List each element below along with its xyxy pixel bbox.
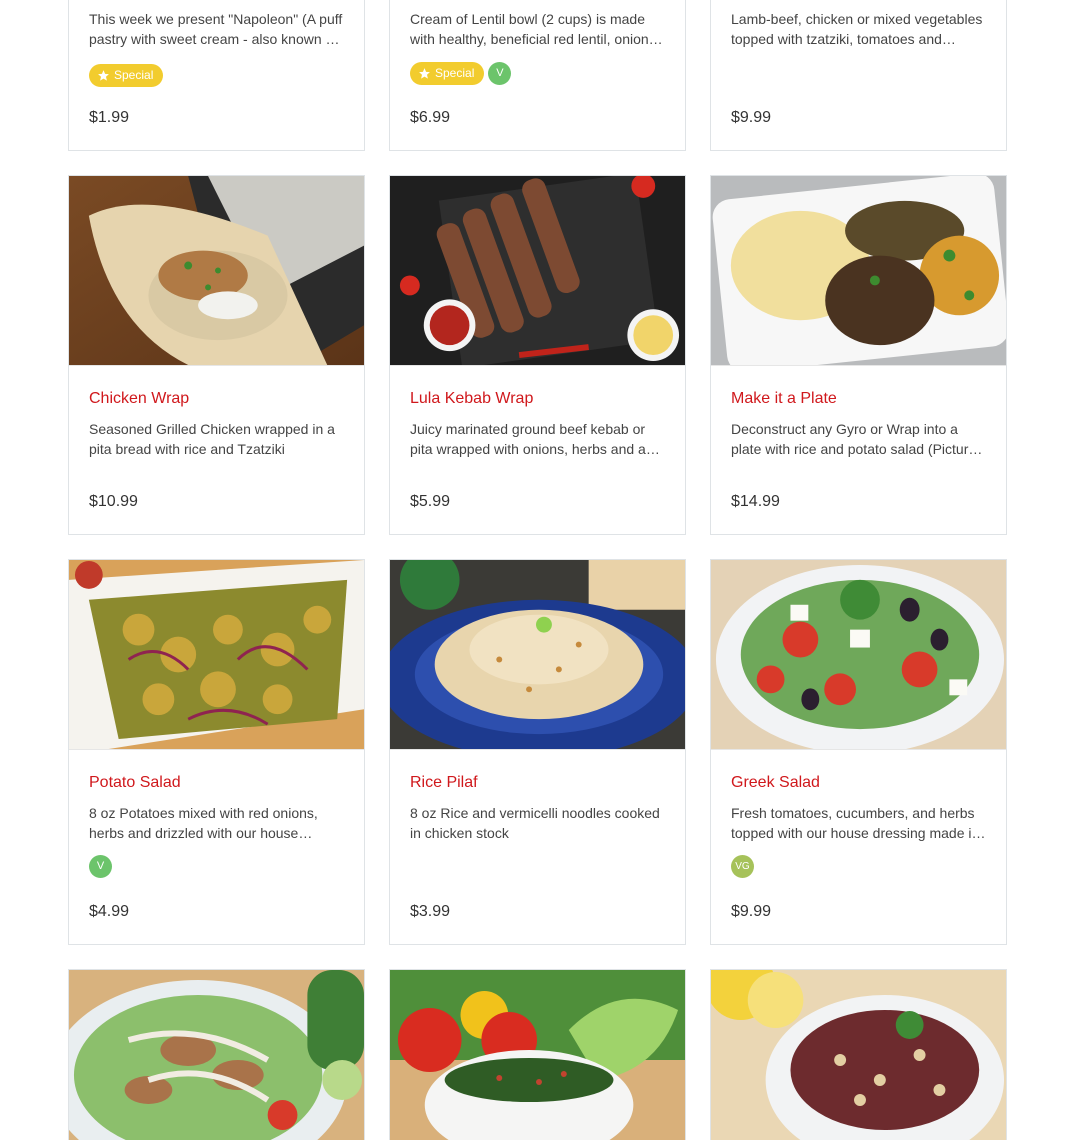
chicken-salad-photo — [69, 970, 364, 1140]
chicken-wrap-photo — [69, 176, 364, 365]
item-image[interactable] — [390, 176, 685, 366]
item-price: $1.99 — [89, 109, 130, 126]
menu-item-card[interactable]: Cream of Lentil bowl (2 cups) is made wi… — [389, 0, 686, 151]
item-image[interactable] — [711, 176, 1006, 366]
item-price: $9.99 — [731, 109, 772, 126]
menu-item-card[interactable]: Chicken Wrap Seasoned Grilled Chicken wr… — [68, 175, 365, 535]
item-title[interactable]: Lula Kebab Wrap — [410, 389, 665, 409]
item-description: Fresh tomatoes, cucumbers, and herbs top… — [731, 805, 980, 841]
plate-photo — [711, 176, 1006, 365]
item-price: $5.99 — [410, 493, 451, 510]
item-price: $10.99 — [89, 493, 138, 510]
menu-item-card[interactable]: Greek Salad Fresh tomatoes, cucumbers, a… — [710, 559, 1007, 945]
special-badge-label: Special — [114, 68, 154, 82]
greek-salad-photo — [711, 560, 1006, 749]
special-badge: Special — [89, 63, 164, 87]
rice-pilaf-photo — [390, 560, 685, 749]
item-description: Juicy marinated ground beef kebab or pit… — [410, 421, 646, 457]
item-badges: V — [89, 854, 344, 878]
star-icon — [98, 69, 109, 81]
bean-salad-photo — [711, 970, 1006, 1140]
item-title[interactable]: Chicken Wrap — [89, 389, 344, 409]
item-image[interactable] — [711, 970, 1006, 1140]
item-image[interactable] — [390, 560, 685, 750]
menu-item-card[interactable]: Lamb-beef, chicken or mixed vegetables t… — [710, 0, 1007, 151]
item-image[interactable] — [69, 176, 364, 366]
item-price: $3.99 — [410, 903, 451, 920]
menu-item-card[interactable]: Rice Pilaf 8 oz Rice and vermicelli nood… — [389, 559, 686, 945]
item-image[interactable] — [69, 970, 364, 1140]
menu-item-card[interactable]: This week we present "Napoleon" (A puff … — [68, 0, 365, 151]
item-description: This week we present "Napoleon" (A puff … — [89, 11, 343, 47]
vegetarian-badge: V — [488, 61, 512, 85]
menu-item-card[interactable] — [710, 969, 1007, 1140]
item-image[interactable] — [390, 970, 685, 1140]
item-price: $4.99 — [89, 903, 130, 920]
item-price: $6.99 — [410, 109, 451, 126]
item-title[interactable]: Potato Salad — [89, 773, 344, 793]
item-badges: VG — [731, 854, 986, 878]
menu-item-card[interactable]: Make it a Plate Deconstruct any Gyro or … — [710, 175, 1007, 535]
item-badges: Special V — [410, 61, 665, 85]
item-title[interactable]: Greek Salad — [731, 773, 986, 793]
kebab-photo — [390, 176, 685, 365]
item-description: 8 oz Potatoes mixed with red onions, her… — [89, 805, 318, 841]
vegetarian-badge: V — [89, 854, 112, 878]
vegan-badge: VG — [731, 854, 754, 878]
star-icon — [419, 67, 430, 79]
item-image[interactable] — [69, 560, 364, 750]
item-description: 8 oz Rice and vermicelli noodles cooked … — [410, 805, 660, 841]
item-description: Deconstruct any Gyro or Wrap into a plat… — [731, 421, 977, 457]
item-image[interactable] — [711, 560, 1006, 750]
potato-salad-photo — [69, 560, 364, 749]
item-price: $9.99 — [731, 903, 772, 920]
item-description: Cream of Lentil bowl (2 cups) is made wi… — [410, 11, 656, 47]
item-description: Lamb-beef, chicken or mixed vegetables t… — [731, 11, 983, 47]
special-badge: Special — [410, 61, 485, 85]
item-title[interactable]: Make it a Plate — [731, 389, 986, 409]
item-title[interactable]: Rice Pilaf — [410, 773, 665, 793]
menu-item-card[interactable]: Lula Kebab Wrap Juicy marinated ground b… — [389, 175, 686, 535]
menu-item-card[interactable]: Potato Salad 8 oz Potatoes mixed with re… — [68, 559, 365, 945]
item-description: Seasoned Grilled Chicken wrapped in a pi… — [89, 421, 335, 457]
item-badges: Special — [89, 63, 344, 87]
special-badge-label: Special — [435, 66, 475, 80]
item-price: $14.99 — [731, 493, 780, 510]
menu-item-card[interactable] — [68, 969, 365, 1140]
tabbouleh-photo — [390, 970, 685, 1140]
menu-item-card[interactable] — [389, 969, 686, 1140]
